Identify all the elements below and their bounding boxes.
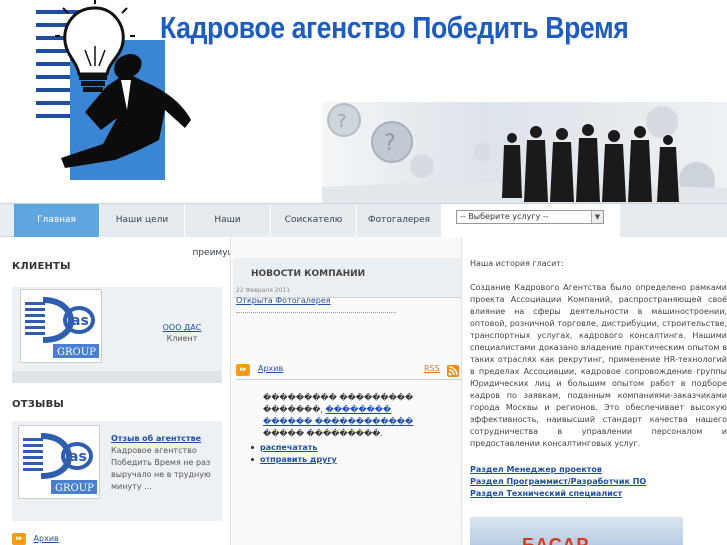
business-people-image: ? ?	[322, 103, 727, 203]
rss-link[interactable]: RSS	[424, 364, 440, 373]
chevron-down-icon[interactable]: ▼	[591, 211, 603, 223]
site-title: Кадровое агенство Победить Время	[160, 10, 629, 45]
section-dev-link[interactable]: Раздел Программист/Разработчик ПО	[470, 476, 727, 488]
bullet-icon	[251, 446, 254, 449]
site-header: Кадровое агенство Победить Время ? ?	[0, 0, 727, 203]
news-archive-row: ⏩ Архив RSS	[236, 364, 461, 380]
nav-filler	[620, 204, 727, 237]
left-column: КЛИЕНТЫ as GROUP ООО ДАС Клиент ОТЗЫВЫ a…	[0, 237, 230, 545]
service-select-area: -- Выберите услугу -- ▼	[442, 204, 620, 237]
news-body: ��������� ��������� �������, �������� ��…	[263, 392, 458, 440]
news-archive-link[interactable]: Архив	[258, 364, 283, 373]
page: Кадровое агенство Победить Время ? ? Гла…	[0, 0, 727, 545]
svg-text:?: ?	[384, 131, 396, 156]
news-archive-arrow-icon[interactable]: ⏩	[236, 364, 250, 376]
garbled-line-2: �������,	[263, 405, 326, 414]
news-headline-link[interactable]: Открыта Фотогалерея	[236, 296, 331, 305]
send-friend-link[interactable]: отправить другу	[260, 455, 337, 464]
client-role: Клиент	[166, 334, 198, 343]
bottom-banner-text: БАСАР	[522, 535, 590, 545]
clients-title: КЛИЕНТЫ	[12, 261, 71, 272]
nav-home[interactable]: Главная	[14, 204, 100, 237]
service-select[interactable]: -- Выберите услугу -- ▼	[456, 210, 604, 224]
review-text-line-1: Кадровое агентство	[111, 446, 197, 455]
review-text-line-2: Победить Время не раз	[111, 458, 211, 467]
main-nav: Главная Наши цели Наши преимущества Соис…	[0, 203, 727, 258]
about-body: Создание Кадрового Агентства было опреде…	[470, 283, 727, 448]
nav-gallery[interactable]: Фотогалерея	[357, 204, 442, 237]
review-link[interactable]: Отзыв об агентстве	[111, 433, 221, 445]
news-actions-list: распечатать отправить другу	[251, 442, 337, 466]
section-tech-link[interactable]: Раздел Технический специалист	[470, 488, 727, 500]
reviews-archive-row: ⏩ Архив	[12, 533, 59, 545]
archive-arrow-icon[interactable]: ⏩	[12, 533, 26, 545]
garbled-line-4: ����� ���������.	[263, 429, 383, 438]
about-intro: Наша история гласит:	[470, 259, 564, 268]
das-logo-review[interactable]: as GROUP	[18, 425, 100, 499]
header-banner: ? ?	[322, 102, 727, 203]
review-text-line-4: минуту ...	[111, 482, 152, 491]
nav-advantages[interactable]: Наши преимущества	[185, 204, 271, 258]
section-pm-link[interactable]: Раздел Менеджер проектов	[470, 464, 727, 476]
svg-text:as: as	[71, 313, 89, 329]
news-archive-divider	[236, 379, 461, 380]
review-text-line-3: выручало не в трудную	[111, 470, 211, 479]
das-logo-text: GROUP	[57, 347, 96, 358]
das-logo[interactable]: as GROUP	[20, 289, 102, 363]
reviews-panel: as GROUP Отзыв об агентстве Кадровое аге…	[12, 421, 222, 521]
clients-panel: as GROUP ООО ДАС Клиент	[12, 287, 222, 383]
reviews-archive-link[interactable]: Архив	[34, 534, 59, 543]
send-friend-item: отправить другу	[251, 454, 337, 466]
garbled-link-1[interactable]: ��������	[326, 405, 392, 414]
print-item: распечатать	[251, 442, 337, 454]
bottom-banner[interactable]: БАСАР	[470, 517, 683, 545]
reviews-title: ОТЗЫВЫ	[12, 399, 64, 410]
client-company-link[interactable]: ООО ДАС	[142, 323, 222, 332]
das-logo-text-review: GROUP	[55, 483, 94, 494]
clients-panel-footer	[12, 371, 222, 383]
news-date: 22 Февраля 2011	[236, 287, 291, 294]
news-divider	[236, 312, 396, 313]
bullet-icon	[251, 458, 254, 461]
svg-text:as: as	[69, 449, 87, 465]
svg-text:?: ?	[337, 111, 347, 132]
news-title: НОВОСТИ КОМПАНИИ	[251, 269, 366, 279]
nav-applicants[interactable]: Соискателю	[271, 204, 357, 237]
nav-goals[interactable]: Наши цели	[100, 204, 185, 237]
service-select-value: -- Выберите услугу --	[460, 212, 549, 221]
about-column: Наша история гласит: Создание Кадрового …	[470, 258, 727, 500]
print-link[interactable]: распечатать	[260, 443, 317, 452]
garbled-link-2[interactable]: ������ ������������	[263, 416, 458, 428]
garbled-line-1: ��������� ���������	[263, 393, 414, 402]
rss-icon[interactable]	[447, 365, 459, 377]
news-column: НОВОСТИ КОМПАНИИ 22 Февраля 2011 Открыта…	[230, 237, 462, 545]
